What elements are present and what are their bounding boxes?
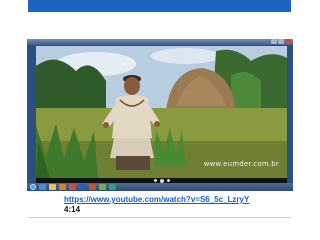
previous-icon[interactable] xyxy=(153,179,157,182)
slide-divider xyxy=(28,217,291,218)
play-icon[interactable] xyxy=(159,178,164,183)
minimize-icon[interactable] xyxy=(271,39,277,44)
embedded-screenshot: www.eumder.com.br xyxy=(27,39,293,191)
youtube-link[interactable]: https://www.youtube.com/watch?v=S6_5c_Lz… xyxy=(64,195,249,204)
window-titlebar xyxy=(27,39,293,45)
close-icon[interactable] xyxy=(285,39,291,44)
media-player-icon[interactable] xyxy=(59,184,66,190)
word-icon[interactable] xyxy=(79,184,86,190)
slide-header-bar xyxy=(28,0,291,12)
powerpoint-icon[interactable] xyxy=(89,184,96,190)
chrome-icon[interactable] xyxy=(69,184,76,190)
paint-icon[interactable] xyxy=(99,184,106,190)
video-timestamp: 4:14 xyxy=(64,205,81,214)
ie-icon[interactable] xyxy=(39,184,46,190)
media-center-icon[interactable] xyxy=(109,184,116,190)
maximize-icon[interactable] xyxy=(278,39,284,44)
video-player[interactable]: www.eumder.com.br xyxy=(36,46,287,178)
next-icon[interactable] xyxy=(166,179,170,182)
windows-taskbar xyxy=(27,183,293,191)
window-controls xyxy=(271,39,291,45)
start-orb-icon[interactable] xyxy=(30,184,36,190)
video-watermark: www.eumder.com.br xyxy=(203,160,279,168)
folder-icon[interactable] xyxy=(49,184,56,190)
video-scene xyxy=(36,46,287,178)
